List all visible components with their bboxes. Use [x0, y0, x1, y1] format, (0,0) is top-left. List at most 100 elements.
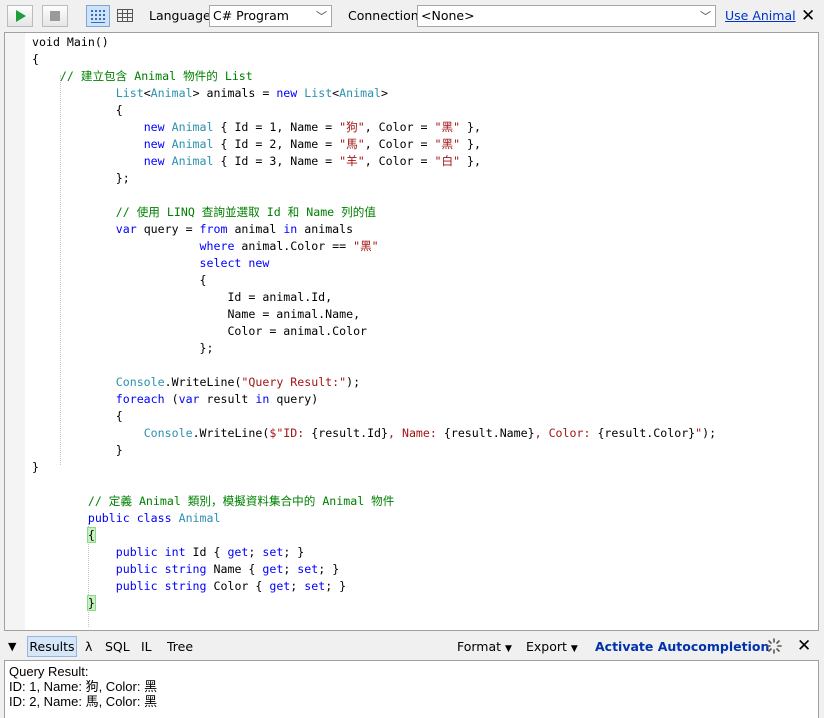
collapse-triangle-icon[interactable]: ▼ [8, 640, 16, 653]
code-token: .WriteLine( [192, 426, 270, 440]
chevron-down-icon: ﹀ [700, 10, 711, 23]
code-line[interactable]: var query = from animal in animals [32, 221, 353, 238]
code-token: } [32, 460, 39, 474]
code-token: "白" [434, 154, 461, 168]
format-menu[interactable]: Format ▼ [457, 639, 512, 654]
code-token: Animal [339, 86, 382, 100]
code-line[interactable]: }; [32, 340, 214, 357]
code-line[interactable]: } [32, 459, 39, 476]
code-line[interactable]: { [32, 272, 207, 289]
code-line[interactable]: foreach (var result in query) [32, 391, 318, 408]
code-token: new [143, 120, 172, 134]
results-output: Query Result: ID: 1, Name: 狗, Color: 黑 I… [4, 660, 819, 718]
code-token: }, [460, 154, 482, 168]
code-token: ; [290, 579, 305, 593]
code-line[interactable]: where animal.Color == "黑" [32, 238, 379, 255]
code-line[interactable]: Id = animal.Id, [32, 289, 332, 306]
code-token: ; } [318, 562, 340, 576]
code-token: foreach [115, 392, 172, 406]
code-token: new [276, 86, 305, 100]
code-line[interactable]: { [32, 102, 123, 119]
output-line: ID: 2, Name: 馬, Color: 黑 [9, 694, 158, 709]
code-token: var [178, 392, 207, 406]
code-token: { [86, 527, 96, 543]
code-line[interactable]: public string Name { get; set; } [32, 561, 339, 578]
use-animal-link[interactable]: Use Animal [725, 8, 796, 23]
code-token: query = [143, 222, 200, 236]
code-token: set [262, 545, 284, 559]
code-line[interactable]: }; [32, 170, 130, 187]
code-line[interactable]: } [32, 595, 96, 612]
tab-tree[interactable]: Tree [167, 639, 193, 654]
code-line[interactable]: List<Animal> animals = new List<Animal> [32, 85, 388, 102]
rich-text-view-icon [91, 10, 105, 23]
code-line[interactable]: new Animal { Id = 1, Name = "狗", Color =… [32, 119, 481, 136]
stop-button[interactable] [42, 5, 68, 27]
code-line[interactable]: public class Animal [32, 510, 221, 527]
code-token: public int [115, 545, 193, 559]
code-token: Animal [171, 154, 214, 168]
code-line[interactable]: new Animal { Id = 2, Name = "馬", Color =… [32, 136, 481, 153]
language-select[interactable]: C# Program ﹀ [209, 5, 332, 27]
code-line[interactable]: } [32, 442, 123, 459]
code-line[interactable]: { [32, 51, 39, 68]
code-line[interactable]: select new [32, 255, 270, 272]
code-token: "狗" [339, 120, 365, 134]
tab-sql[interactable]: SQL [105, 639, 130, 654]
code-token: {result.Name} [443, 426, 535, 440]
code-line[interactable]: Console.WriteLine("Query Result:"); [32, 374, 360, 391]
code-token: where [199, 239, 242, 253]
code-line[interactable]: new Animal { Id = 3, Name = "羊", Color =… [32, 153, 481, 170]
run-button[interactable] [7, 5, 33, 27]
code-token: ); [346, 375, 361, 389]
close-icon[interactable]: ✕ [801, 8, 815, 25]
code-token: { Id = 2, Name = [213, 137, 340, 151]
code-token: , Color = [364, 137, 435, 151]
code-token: Animal [171, 120, 214, 134]
code-line[interactable]: // 建立包含 Animal 物件的 List [32, 68, 253, 85]
code-token: ; } [325, 579, 347, 593]
code-token: { [32, 409, 123, 423]
code-token: , Name: [388, 426, 444, 440]
code-token: ; [248, 545, 263, 559]
code-token: , Color = [364, 154, 435, 168]
language-label: Language [149, 8, 211, 23]
code-line[interactable]: { [32, 408, 123, 425]
code-line[interactable]: Console.WriteLine($"ID: {result.Id}, Nam… [32, 425, 716, 442]
code-token: set [297, 562, 319, 576]
connection-select[interactable]: <None> ﹀ [417, 5, 716, 27]
code-editor[interactable]: void Main() { // 建立包含 Animal 物件的 List Lis… [4, 32, 819, 631]
editor-gutter [5, 33, 25, 630]
code-line[interactable]: // 使用 LINQ 查詢並選取 Id 和 Name 列的值 [32, 204, 376, 221]
tab-il[interactable]: IL [141, 639, 152, 654]
results-bar: ▼ Results λ SQL IL Tree Format ▼ Export … [0, 632, 824, 660]
code-line[interactable]: void Main() [32, 34, 109, 51]
code-token: // 使用 LINQ 查詢並選取 Id 和 Name 列的值 [115, 205, 376, 219]
export-menu[interactable]: Export ▼ [526, 639, 578, 654]
rich-text-view-button[interactable] [86, 5, 110, 27]
output-line: ID: 1, Name: 狗, Color: 黑 [9, 679, 158, 694]
code-token: public class [87, 511, 179, 525]
close-results-icon[interactable]: ✕ [797, 638, 811, 655]
code-line[interactable]: public string Color { get; set; } [32, 578, 346, 595]
code-token: Animal [178, 511, 221, 525]
tab-lambda[interactable]: λ [85, 639, 92, 654]
code-line[interactable]: Name = animal.Name, [32, 306, 360, 323]
grid-view-button[interactable] [113, 5, 137, 27]
code-token: $"ID: [269, 426, 312, 440]
code-line[interactable]: { [32, 527, 96, 544]
tab-results[interactable]: Results [27, 636, 77, 657]
code-line[interactable]: Color = animal.Color [32, 323, 367, 340]
code-token: , Color = [364, 120, 435, 134]
code-line[interactable]: // 定義 Animal 類別，模擬資料集合中的 Animal 物件 [32, 493, 395, 510]
code-line[interactable]: public int Id { get; set; } [32, 544, 305, 561]
activate-autocompletion-link[interactable]: Activate Autocompletion [595, 639, 769, 654]
stop-icon [50, 11, 60, 21]
